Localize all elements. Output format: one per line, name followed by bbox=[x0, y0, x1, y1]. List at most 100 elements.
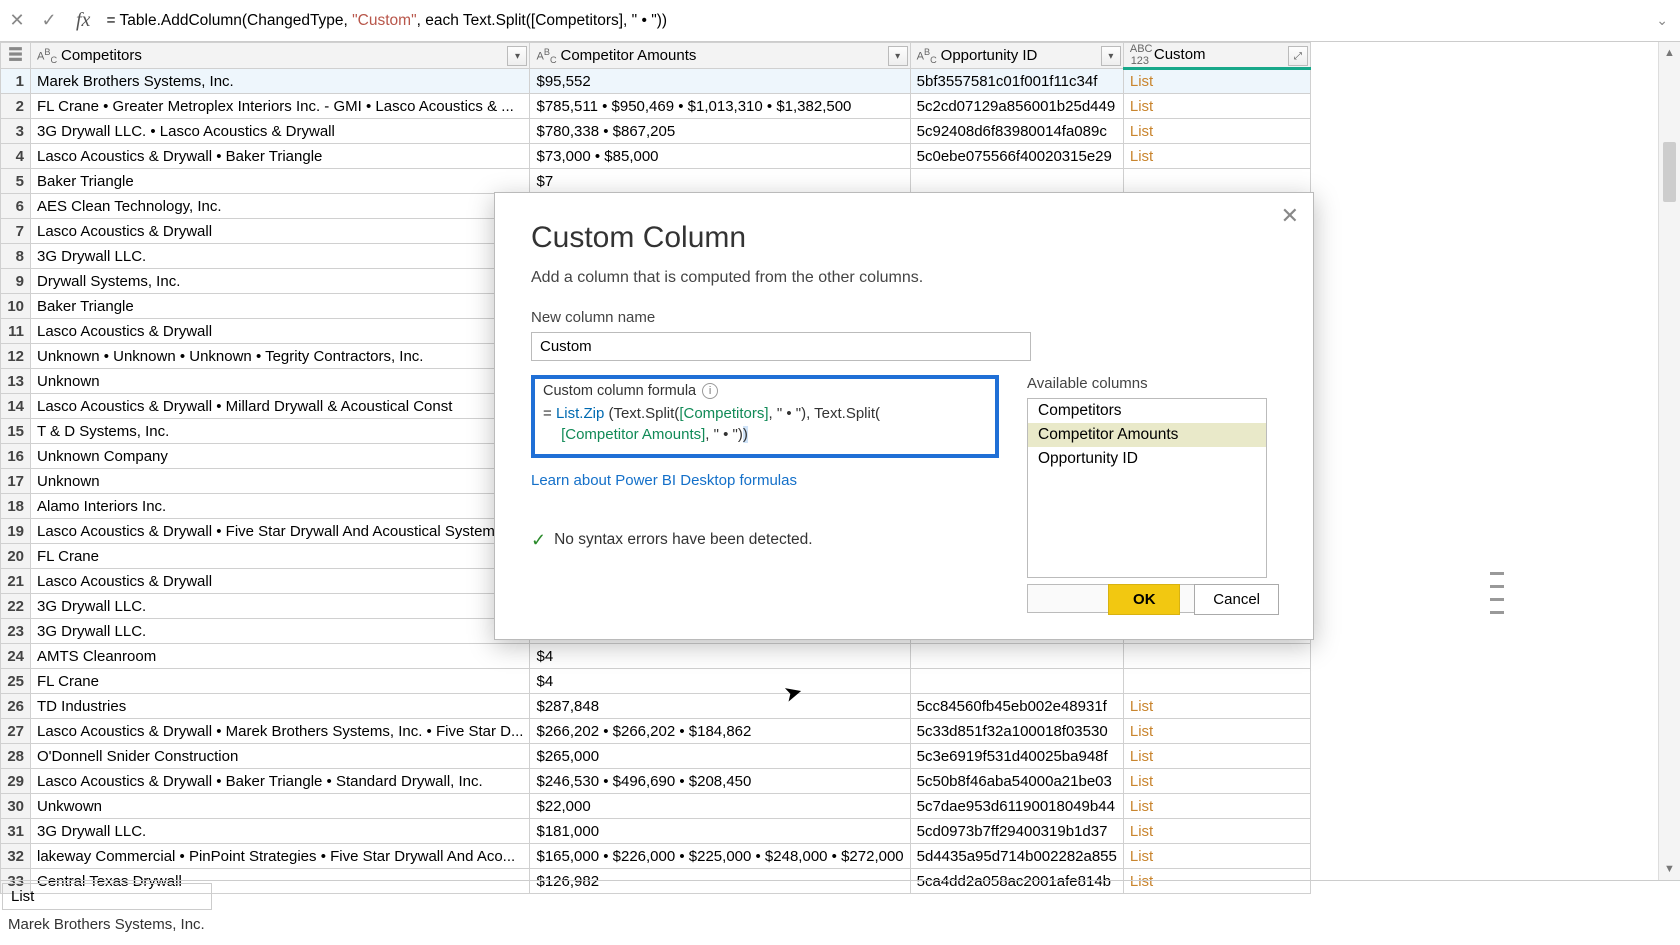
row-number[interactable]: 6 bbox=[1, 194, 31, 219]
cell-competitors[interactable]: FL Crane • Greater Metroplex Interiors I… bbox=[31, 94, 530, 119]
cell-competitors[interactable]: Lasco Acoustics & Drywall • Baker Triang… bbox=[31, 769, 530, 794]
cell-competitors[interactable]: AES Clean Technology, Inc. bbox=[31, 194, 530, 219]
row-number[interactable]: 30 bbox=[1, 794, 31, 819]
cell-competitors[interactable]: 3G Drywall LLC. bbox=[31, 819, 530, 844]
cell-custom[interactable]: List bbox=[1123, 119, 1310, 144]
row-number[interactable]: 12 bbox=[1, 344, 31, 369]
row-number[interactable]: 8 bbox=[1, 244, 31, 269]
cell-opportunity[interactable] bbox=[910, 169, 1123, 194]
column-header-custom[interactable]: ABC123Custom⤢ bbox=[1123, 43, 1310, 69]
row-number[interactable]: 7 bbox=[1, 219, 31, 244]
column-filter-icon[interactable]: ▾ bbox=[888, 46, 908, 66]
cell-competitors[interactable]: O'Donnell Snider Construction bbox=[31, 744, 530, 769]
cell-competitors[interactable]: FL Crane bbox=[31, 669, 530, 694]
cell-opportunity[interactable]: 5c7dae953d61190018049b44 bbox=[910, 794, 1123, 819]
row-number[interactable]: 16 bbox=[1, 444, 31, 469]
row-number[interactable]: 5 bbox=[1, 169, 31, 194]
cell-opportunity[interactable]: 5c50b8f46aba54000a21be03 bbox=[910, 769, 1123, 794]
table-row[interactable]: 313G Drywall LLC.$181,0005cd0973b7ff2940… bbox=[1, 819, 1311, 844]
row-number[interactable]: 24 bbox=[1, 644, 31, 669]
cell-custom[interactable]: List bbox=[1123, 144, 1310, 169]
row-number[interactable]: 2 bbox=[1, 94, 31, 119]
available-column-item[interactable]: Competitor Amounts bbox=[1028, 423, 1266, 447]
cell-custom[interactable]: List bbox=[1123, 744, 1310, 769]
row-number[interactable]: 21 bbox=[1, 569, 31, 594]
cell-competitors[interactable]: Lasco Acoustics & Drywall • Marek Brothe… bbox=[31, 719, 530, 744]
table-row[interactable]: 2FL Crane • Greater Metroplex Interiors … bbox=[1, 94, 1311, 119]
cell-competitors[interactable]: Lasco Acoustics & Drywall • Millard Dryw… bbox=[31, 394, 530, 419]
cell-competitors[interactable]: Unknown Company bbox=[31, 444, 530, 469]
cell-competitors[interactable]: 3G Drywall LLC. bbox=[31, 244, 530, 269]
row-number[interactable]: 20 bbox=[1, 544, 31, 569]
formula-accept-icon[interactable]: ✓ bbox=[38, 10, 60, 31]
cell-custom[interactable]: List bbox=[1123, 69, 1310, 94]
cancel-button[interactable]: Cancel bbox=[1194, 584, 1279, 615]
cell-competitors[interactable]: FL Crane bbox=[31, 544, 530, 569]
table-row[interactable]: 27Lasco Acoustics & Drywall • Marek Brot… bbox=[1, 719, 1311, 744]
table-row[interactable]: 28O'Donnell Snider Construction$265,0005… bbox=[1, 744, 1311, 769]
cell-competitors[interactable]: 3G Drywall LLC. • Lasco Acoustics & Dryw… bbox=[31, 119, 530, 144]
cell-amounts[interactable]: $181,000 bbox=[530, 819, 910, 844]
cell-opportunity[interactable]: 5c2cd07129a856001b25d449 bbox=[910, 94, 1123, 119]
cell-amounts[interactable]: $95,552 bbox=[530, 69, 910, 94]
cell-competitors[interactable]: Unknown bbox=[31, 369, 530, 394]
row-number[interactable]: 9 bbox=[1, 269, 31, 294]
close-icon[interactable]: ✕ bbox=[1281, 203, 1299, 229]
cell-opportunity[interactable]: 5c92408d6f83980014fa089c bbox=[910, 119, 1123, 144]
column-header-amounts[interactable]: ABCCompetitor Amounts▾ bbox=[530, 43, 910, 69]
cell-competitors[interactable]: Drywall Systems, Inc. bbox=[31, 269, 530, 294]
table-row[interactable]: 5Baker Triangle$7 bbox=[1, 169, 1311, 194]
cell-amounts[interactable]: $4 bbox=[530, 644, 910, 669]
available-columns-list[interactable]: Competitors Competitor Amounts Opportuni… bbox=[1027, 398, 1267, 578]
cell-opportunity[interactable]: 5bf3557581c01f001f11c34f bbox=[910, 69, 1123, 94]
cell-custom[interactable]: List bbox=[1123, 694, 1310, 719]
cell-opportunity[interactable]: 5c0ebe075566f40020315e29 bbox=[910, 144, 1123, 169]
new-column-name-input[interactable] bbox=[531, 332, 1031, 361]
corner-cell[interactable] bbox=[1, 43, 31, 69]
row-number[interactable]: 1 bbox=[1, 69, 31, 94]
table-row[interactable]: 32lakeway Commercial • PinPoint Strategi… bbox=[1, 844, 1311, 869]
vertical-scrollbar[interactable]: ▲ ▼ bbox=[1658, 42, 1680, 880]
column-filter-icon[interactable]: ▾ bbox=[1101, 46, 1121, 66]
scroll-up-icon[interactable]: ▲ bbox=[1659, 42, 1680, 64]
cell-amounts[interactable]: $287,848 bbox=[530, 694, 910, 719]
cell-competitors[interactable]: 3G Drywall LLC. bbox=[31, 594, 530, 619]
cell-custom[interactable]: List bbox=[1123, 94, 1310, 119]
cell-amounts[interactable]: $780,338 • $867,205 bbox=[530, 119, 910, 144]
cell-custom[interactable]: List bbox=[1123, 769, 1310, 794]
row-number[interactable]: 26 bbox=[1, 694, 31, 719]
cell-custom[interactable]: List bbox=[1123, 844, 1310, 869]
cell-competitors[interactable]: 3G Drywall LLC. bbox=[31, 619, 530, 644]
cell-competitors[interactable]: Baker Triangle bbox=[31, 169, 530, 194]
cell-opportunity[interactable] bbox=[910, 644, 1123, 669]
cell-amounts[interactable]: $7 bbox=[530, 169, 910, 194]
cell-opportunity[interactable]: 5c33d851f32a100018f03530 bbox=[910, 719, 1123, 744]
available-column-item[interactable]: Competitors bbox=[1028, 399, 1266, 423]
cell-custom[interactable] bbox=[1123, 644, 1310, 669]
column-header-competitors[interactable]: ABCCompetitors▾ bbox=[31, 43, 530, 69]
scroll-thumb[interactable] bbox=[1663, 142, 1676, 202]
info-icon[interactable]: i bbox=[702, 383, 718, 399]
table-row[interactable]: 24AMTS Cleanroom$4 bbox=[1, 644, 1311, 669]
row-number[interactable]: 22 bbox=[1, 594, 31, 619]
table-row[interactable]: 30Unkwown$22,0005c7dae953d61190018049b44… bbox=[1, 794, 1311, 819]
cell-competitors[interactable]: Baker Triangle bbox=[31, 294, 530, 319]
cell-opportunity[interactable] bbox=[910, 669, 1123, 694]
scroll-down-icon[interactable]: ▼ bbox=[1659, 858, 1680, 880]
available-column-item[interactable]: Opportunity ID bbox=[1028, 447, 1266, 471]
cell-competitors[interactable]: T & D Systems, Inc. bbox=[31, 419, 530, 444]
cell-competitors[interactable]: Unknown bbox=[31, 469, 530, 494]
formula-expand-icon[interactable]: ⌄ bbox=[1656, 12, 1674, 29]
row-number[interactable]: 32 bbox=[1, 844, 31, 869]
table-row[interactable]: 1Marek Brothers Systems, Inc.$95,5525bf3… bbox=[1, 69, 1311, 94]
cell-amounts[interactable]: $165,000 • $226,000 • $225,000 • $248,00… bbox=[530, 844, 910, 869]
cell-opportunity[interactable]: 5cd0973b7ff29400319b1d37 bbox=[910, 819, 1123, 844]
column-header-opportunity[interactable]: ABCOpportunity ID▾ bbox=[910, 43, 1123, 69]
cell-amounts[interactable]: $4 bbox=[530, 669, 910, 694]
row-number[interactable]: 28 bbox=[1, 744, 31, 769]
table-row[interactable]: 29Lasco Acoustics & Drywall • Baker Tria… bbox=[1, 769, 1311, 794]
row-number[interactable]: 27 bbox=[1, 719, 31, 744]
custom-formula-input[interactable]: = List.Zip (Text.Split([Competitors], " … bbox=[543, 403, 987, 446]
row-number[interactable]: 4 bbox=[1, 144, 31, 169]
learn-formulas-link[interactable]: Learn about Power BI Desktop formulas bbox=[531, 472, 797, 489]
